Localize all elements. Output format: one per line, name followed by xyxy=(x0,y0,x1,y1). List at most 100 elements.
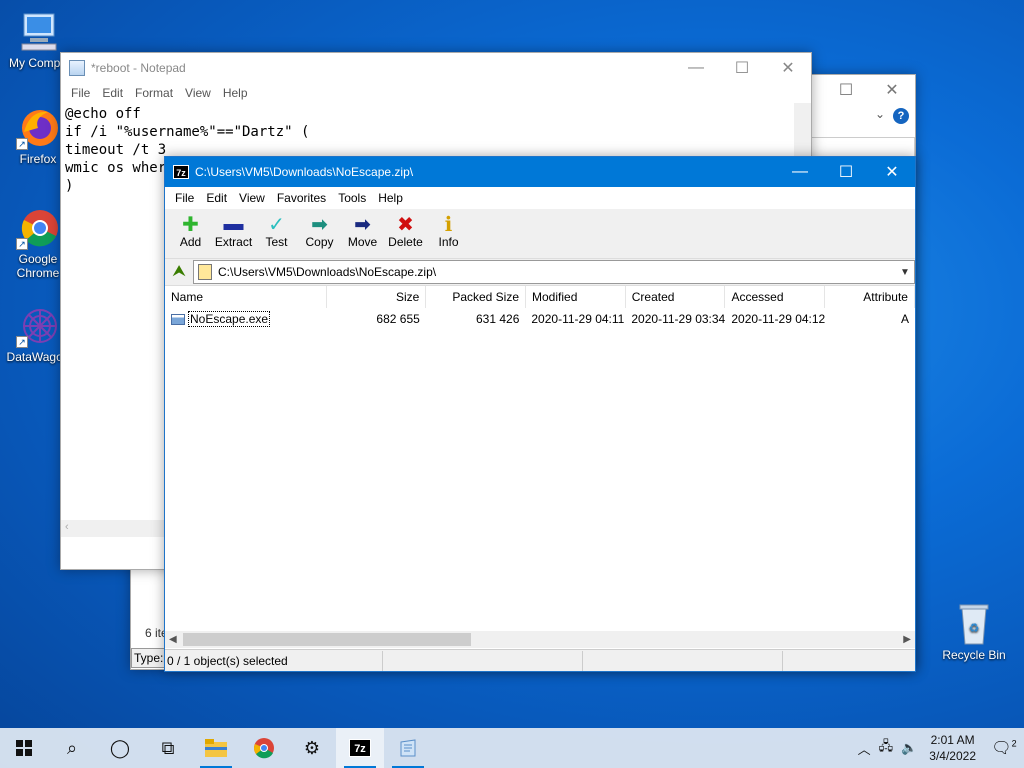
minimize-icon[interactable]: — xyxy=(777,157,823,187)
notification-center-button[interactable]: 🗨2 xyxy=(984,738,1024,758)
menu-view[interactable]: View xyxy=(233,191,271,205)
7zip-window[interactable]: 7z C:\Users\VM5\Downloads\NoEscape.zip\ … xyxy=(164,156,916,672)
test-icon: ✓ xyxy=(268,213,285,236)
info-button[interactable]: ℹ Info xyxy=(427,211,470,250)
menu-favorites[interactable]: Favorites xyxy=(271,191,332,205)
7zip-titlebar[interactable]: 7z C:\Users\VM5\Downloads\NoEscape.zip\ … xyxy=(165,157,915,187)
minimize-icon[interactable]: — xyxy=(673,53,719,83)
scroll-left-icon[interactable]: ‹ xyxy=(65,521,69,533)
scroll-right-icon[interactable]: ▶ xyxy=(903,631,911,648)
shortcut-arrow-icon: ↗ xyxy=(16,138,28,150)
up-folder-icon: ⮝ xyxy=(172,263,186,280)
column-header-name[interactable]: Name xyxy=(165,286,327,308)
add-button[interactable]: ✚ Add xyxy=(169,211,212,250)
column-header-size[interactable]: Size xyxy=(327,286,427,308)
taskbar-7zip[interactable]: 7z xyxy=(336,728,384,768)
taskbar-file-explorer[interactable] xyxy=(192,728,240,768)
7zip-logo-icon: 7z xyxy=(173,165,189,179)
start-button[interactable] xyxy=(0,728,48,768)
button-label: Add xyxy=(179,235,202,249)
recycle-bin-icon: ♻ xyxy=(952,602,996,646)
windows-logo-icon xyxy=(16,740,32,756)
file-list[interactable]: Name Size Packed Size Modified Created A… xyxy=(165,285,915,651)
button-label: Extract xyxy=(214,235,253,249)
chevron-up-icon[interactable]: ︿ xyxy=(854,739,875,758)
column-header-modified[interactable]: Modified xyxy=(526,286,626,308)
move-button[interactable]: ➡ Move xyxy=(341,211,384,250)
clock-date: 3/4/2022 xyxy=(929,749,976,763)
taskbar-notepad[interactable] xyxy=(384,728,432,768)
status-panel xyxy=(383,650,583,671)
datawagon-icon: ↗ xyxy=(16,304,60,348)
desktop-icon-recycle-bin[interactable]: ♻ Recycle Bin xyxy=(936,602,1012,662)
folder-icon xyxy=(205,739,227,757)
notepad-icon xyxy=(400,739,416,757)
menu-help[interactable]: Help xyxy=(372,191,409,205)
desktop-icon-label: Google Chrome xyxy=(16,252,60,280)
file-attributes: A xyxy=(900,312,909,326)
scroll-left-icon[interactable]: ◀ xyxy=(169,631,177,648)
notepad-icon xyxy=(69,60,85,76)
clock-time: 2:01 AM xyxy=(930,733,975,747)
address-combobox[interactable]: C:\Users\VM5\Downloads\NoEscape.zip\ ▼ xyxy=(193,260,915,284)
chevron-down-icon[interactable]: ▼ xyxy=(896,267,914,278)
menu-edit[interactable]: Edit xyxy=(200,191,233,205)
column-header-accessed[interactable]: Accessed xyxy=(725,286,826,308)
gear-icon: ⚙ xyxy=(303,737,321,758)
maximize-icon[interactable]: ☐ xyxy=(823,75,869,105)
taskbar-clock[interactable]: 2:01 AM 3/4/2022 xyxy=(921,732,984,764)
test-button[interactable]: ✓ Test xyxy=(255,211,298,250)
notepad-titlebar[interactable]: *reboot - Notepad — ☐ ✕ xyxy=(61,53,811,83)
button-label: Test xyxy=(265,235,288,249)
close-icon[interactable]: ✕ xyxy=(765,53,811,83)
scrollbar-thumb[interactable] xyxy=(183,633,471,646)
help-icon[interactable]: ? xyxy=(893,108,909,124)
window-title: *reboot - Notepad xyxy=(91,61,186,75)
task-view-button[interactable]: ⧉ xyxy=(144,728,192,768)
menu-view[interactable]: View xyxy=(179,86,217,100)
chrome-icon: ↗ xyxy=(16,206,60,250)
chevron-down-icon[interactable]: ⌄ xyxy=(875,107,885,121)
table-row[interactable]: NoEscape.exe 682 655 631 426 2020-11-29 … xyxy=(165,308,915,330)
button-label: Copy xyxy=(305,235,334,249)
taskbar-settings[interactable]: ⚙ xyxy=(288,728,336,768)
menu-help[interactable]: Help xyxy=(217,86,254,100)
maximize-icon[interactable]: ☐ xyxy=(719,53,765,83)
menu-edit[interactable]: Edit xyxy=(96,86,129,100)
column-header-created[interactable]: Created xyxy=(626,286,726,308)
file-packed-size: 631 426 xyxy=(475,312,520,326)
notification-icon: 🗨 xyxy=(991,740,1012,757)
move-icon: ➡ xyxy=(354,213,371,236)
copy-icon: ➡ xyxy=(311,213,328,236)
button-label: Info xyxy=(438,235,459,249)
svg-text:♻: ♻ xyxy=(969,621,980,635)
search-button[interactable]: ⌕ xyxy=(48,728,96,768)
copy-button[interactable]: ➡ Copy xyxy=(298,211,341,250)
extract-button[interactable]: ▬ Extract xyxy=(212,211,255,250)
maximize-icon[interactable]: ☐ xyxy=(823,157,869,187)
shortcut-arrow-icon: ↗ xyxy=(16,336,28,348)
cortana-button[interactable]: ◯ xyxy=(96,728,144,768)
zip-archive-icon xyxy=(198,264,212,280)
menu-file[interactable]: File xyxy=(65,86,96,100)
horizontal-scrollbar[interactable]: ◀ ▶ xyxy=(165,631,915,648)
cortana-icon: ◯ xyxy=(109,737,131,758)
address-path: C:\Users\VM5\Downloads\NoEscape.zip\ xyxy=(218,265,437,279)
firefox-icon: ↗ xyxy=(16,106,60,150)
network-icon[interactable]: 🖧 xyxy=(875,737,898,759)
column-header-packed-size[interactable]: Packed Size xyxy=(426,286,527,308)
menu-file[interactable]: File xyxy=(169,191,200,205)
close-icon[interactable]: ✕ xyxy=(869,75,915,105)
column-header-attributes[interactable]: Attribute xyxy=(825,286,915,308)
notepad-menubar: File Edit Format View Help xyxy=(61,83,811,103)
volume-icon[interactable]: 🔈 xyxy=(897,740,921,756)
menu-tools[interactable]: Tools xyxy=(332,191,372,205)
status-panel xyxy=(583,650,783,671)
taskbar-chrome[interactable] xyxy=(240,728,288,768)
up-folder-button[interactable]: ⮝ xyxy=(165,261,193,283)
7zip-toolbar: ✚ Add ▬ Extract ✓ Test ➡ Copy ➡ Move ✖ Delete … xyxy=(165,209,915,259)
menu-format[interactable]: Format xyxy=(129,86,179,100)
task-view-icon: ⧉ xyxy=(161,737,175,758)
close-icon[interactable]: ✕ xyxy=(869,157,915,187)
delete-button[interactable]: ✖ Delete xyxy=(384,211,427,250)
